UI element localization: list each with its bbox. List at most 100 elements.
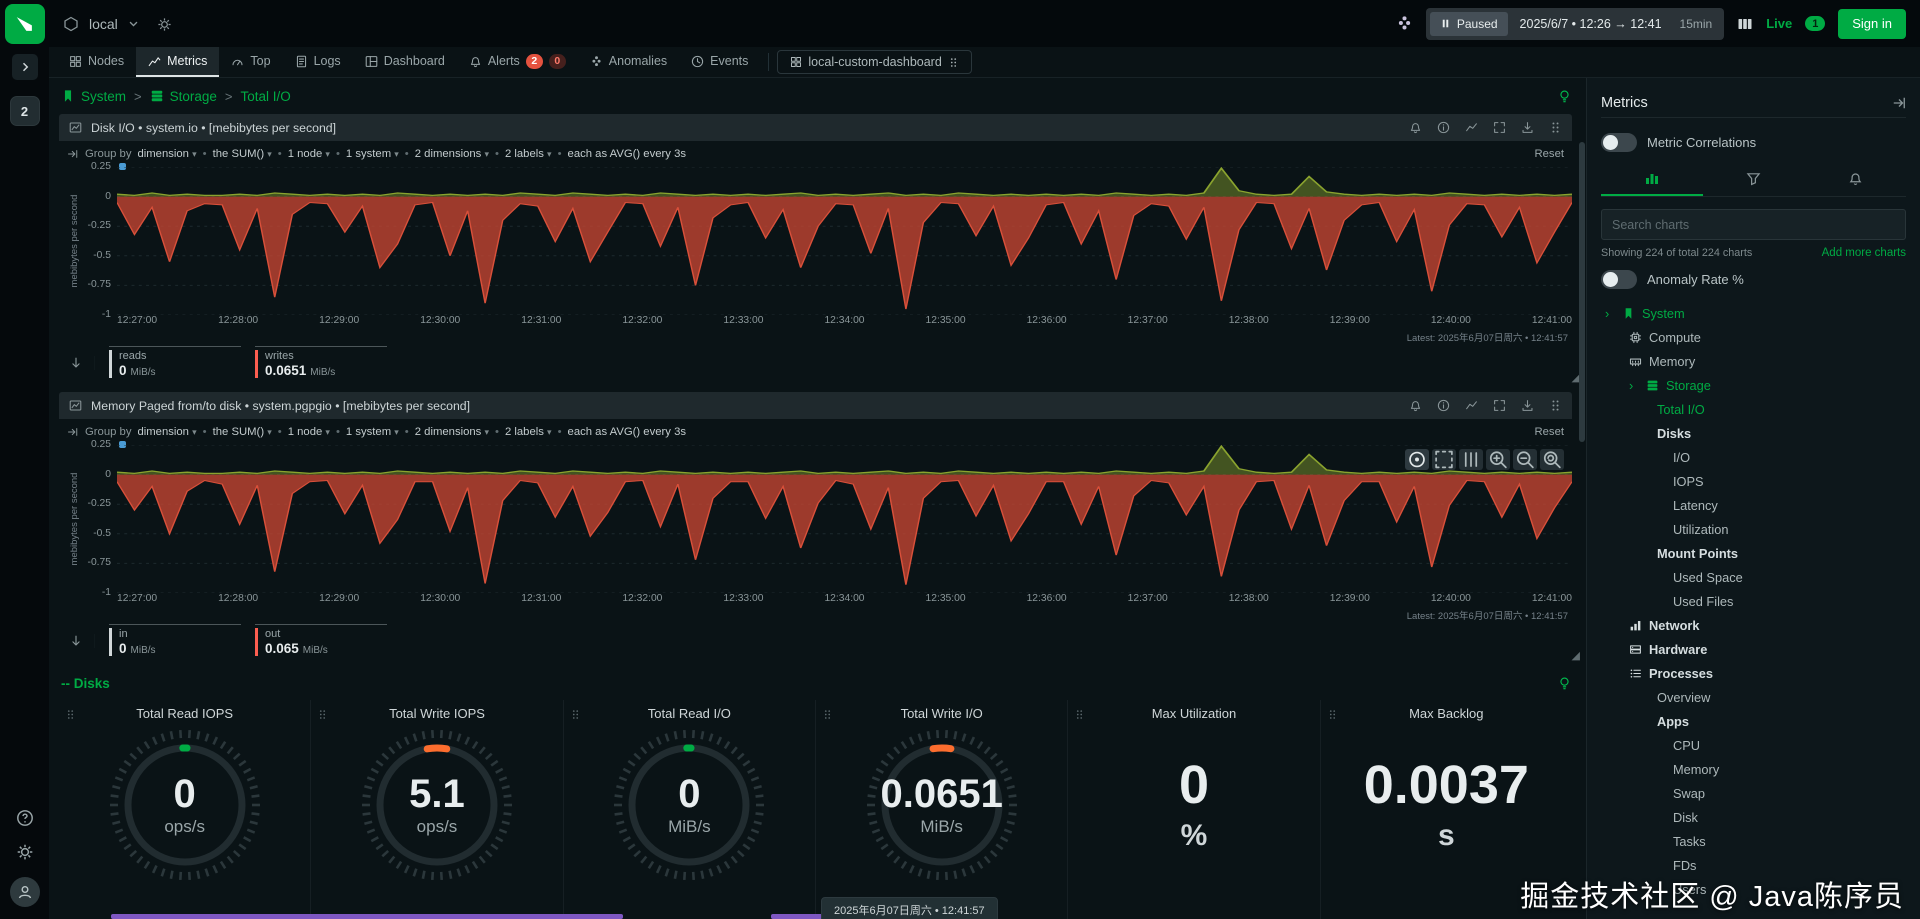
chart-download-button[interactable] (1521, 399, 1534, 412)
sidebar-tree-item-system[interactable]: › System (1601, 301, 1906, 325)
sidebar-tree-item-hardware[interactable]: Hardware (1601, 637, 1906, 661)
chart-zoomreset-button[interactable] (1540, 449, 1564, 470)
sign-in-button[interactable]: Sign in (1838, 8, 1906, 39)
legend-item-out[interactable]: out 0.065 MiB/s (255, 623, 387, 658)
sidebar-tree-item-swap[interactable]: Swap (1601, 781, 1906, 805)
pause-button[interactable]: Paused (1429, 11, 1508, 36)
chart-line-button[interactable] (1465, 399, 1478, 412)
toolbar-chip-the-sum[interactable]: the SUM() ▾ (213, 148, 272, 160)
chart-info-button[interactable] (1437, 121, 1450, 134)
toolbar-chip-2-labels[interactable]: 2 labels ▾ (505, 426, 552, 438)
reset-button[interactable]: Reset (1534, 426, 1564, 438)
chart-expand-button[interactable] (1493, 121, 1506, 134)
toolbar-chip-1-system[interactable]: 1 system ▾ (346, 148, 399, 160)
toolbar-chip-1-node[interactable]: 1 node ▾ (288, 426, 330, 438)
tab-charts[interactable] (1601, 162, 1703, 196)
toolbar-chip-each-as-avg-every-3s[interactable]: each as AVG() every 3s (568, 148, 686, 160)
anomalies-button[interactable] (1396, 15, 1413, 32)
gauge-card-max-utilization[interactable]: Max Utilization 0% (1068, 700, 1321, 919)
chart-bars-button[interactable] (1459, 449, 1483, 470)
toolbar-chip-2-labels[interactable]: 2 labels ▾ (505, 148, 552, 160)
settings-button[interactable] (16, 843, 34, 861)
sidebar-tree-item-utilization[interactable]: Utilization (1601, 517, 1906, 541)
drag-handle-icon[interactable] (1327, 706, 1338, 721)
tab-filters[interactable] (1703, 162, 1805, 196)
help-button[interactable] (16, 809, 34, 827)
anomaly-rate-toggle[interactable] (1601, 269, 1637, 289)
sidebar-tree-item-storage[interactable]: › Storage (1601, 373, 1906, 397)
sidebar-tree-item-overview[interactable]: Overview (1601, 685, 1906, 709)
toolbar-chip-the-sum[interactable]: the SUM() ▾ (213, 426, 272, 438)
chart-dots-button[interactable] (1549, 121, 1562, 134)
legend-sort-button[interactable] (69, 356, 95, 370)
drag-handle-icon[interactable] (65, 706, 76, 721)
insight-button[interactable] (1557, 88, 1572, 104)
gauge-card-total-read-i-o[interactable]: Total Read I/O 0 MiB/s (564, 700, 816, 919)
toolbar-chip-2-dimensions[interactable]: 2 dimensions ▾ (415, 426, 489, 438)
gauge-card-total-read-iops[interactable]: Total Read IOPS 0 ops/s (59, 700, 312, 919)
chart-header[interactable]: Memory Paged from/to disk • system.pgpgi… (59, 392, 1572, 419)
toolbar-chip-dimension[interactable]: dimension ▾ (137, 426, 196, 438)
nav-tab-alerts[interactable]: Alerts 2 0 (457, 47, 578, 77)
gauge-card-total-write-i-o[interactable]: Total Write I/O 0.0651 MiB/s (816, 700, 1069, 919)
sidebar-tree-item-total-i-o[interactable]: Total I/O (1601, 397, 1906, 421)
live-label[interactable]: Live (1766, 16, 1792, 31)
sidebar-tree-item-used-files[interactable]: Used Files (1601, 589, 1906, 613)
sidebar-tree-item-memory[interactable]: Memory (1601, 349, 1906, 373)
toolbar-chip-1-node[interactable]: 1 node ▾ (288, 148, 330, 160)
breadcrumb-item-storage[interactable]: Storage (150, 89, 217, 104)
toolbar-chip-each-as-avg-every-3s[interactable]: each as AVG() every 3s (568, 426, 686, 438)
nav-tab-local-custom-dashboard[interactable]: local-custom-dashboard (777, 50, 972, 74)
rail-expand-button[interactable] (11, 54, 38, 80)
sidebar-tree-item-cpu[interactable]: CPU (1601, 733, 1906, 757)
chevron-down-icon[interactable] (128, 18, 139, 29)
chart-target-button[interactable] (1405, 449, 1429, 470)
sidebar-tree-item-processes[interactable]: Processes (1601, 661, 1906, 685)
legend-item-reads[interactable]: reads 0 MiB/s (109, 345, 241, 380)
sidebar-tree-item-network[interactable]: Network (1601, 613, 1906, 637)
chart-select-button[interactable] (1432, 449, 1456, 470)
sidebar-tree-item-disks[interactable]: Disks (1601, 421, 1906, 445)
nav-tab-events[interactable]: Events (679, 47, 760, 77)
space-name[interactable]: local (89, 16, 118, 32)
section-insight-icon[interactable] (1557, 675, 1572, 691)
netdata-logo[interactable] (4, 4, 45, 44)
chart-header[interactable]: Disk I/O • system.io • [mebibytes per se… (59, 114, 1572, 141)
sidebar-tree-item-latency[interactable]: Latency (1601, 493, 1906, 517)
collapse-sidebar-icon[interactable] (1892, 96, 1906, 110)
breadcrumb-item-system[interactable]: System (61, 89, 126, 104)
nodes-panel-button[interactable] (1737, 15, 1753, 32)
chart-expand-button[interactable] (1493, 399, 1506, 412)
chart-dots-button[interactable] (1549, 399, 1562, 412)
sidebar-tree-item-mount-points[interactable]: Mount Points (1601, 541, 1906, 565)
gauge-card-total-write-iops[interactable]: Total Write IOPS 5.1 ops/s (311, 700, 564, 919)
legend-item-writes[interactable]: writes 0.0651 MiB/s (255, 345, 387, 380)
plot-canvas[interactable] (117, 163, 1572, 315)
space-badge[interactable]: 2 (9, 96, 40, 126)
sidebar-tree-item-used-space[interactable]: Used Space (1601, 565, 1906, 589)
chart-line-button[interactable] (1465, 121, 1478, 134)
nav-tab-dashboard[interactable]: Dashboard (353, 47, 457, 77)
vertical-scrollbar[interactable] (1579, 82, 1585, 915)
breadcrumb-item-total-i-o[interactable]: Total I/O (241, 89, 291, 104)
toolbar-chip-1-system[interactable]: 1 system ▾ (346, 426, 399, 438)
chart-plot-area[interactable]: mebibytes per second 0.25 0 -0.25 -0.5 -0.75… (59, 439, 1572, 598)
sidebar-tree-item-i-o[interactable]: I/O (1601, 445, 1906, 469)
sidebar-tree-item-iops[interactable]: IOPS (1601, 469, 1906, 493)
sidebar-tree-item-compute[interactable]: Compute (1601, 325, 1906, 349)
date-range[interactable]: 2025/6/7 • 12:26 → 12:41 (1520, 17, 1662, 31)
duration-label[interactable]: 15min (1680, 17, 1713, 31)
legend-item-in[interactable]: in 0 MiB/s (109, 623, 241, 658)
drag-handle-icon[interactable] (570, 706, 581, 721)
sidebar-tree-item-apps[interactable]: Apps (1601, 709, 1906, 733)
tab-alerts[interactable] (1804, 162, 1906, 196)
sidebar-tree-item-disk[interactable]: Disk (1601, 805, 1906, 829)
metric-correlations-toggle[interactable] (1601, 132, 1637, 152)
nav-tab-logs[interactable]: Logs (283, 47, 353, 77)
nav-tab-metrics[interactable]: Metrics (136, 47, 220, 77)
chart-bell-button[interactable] (1409, 399, 1422, 412)
section-disks[interactable]: -- Disks (49, 670, 1586, 696)
chart-bell-button[interactable] (1409, 121, 1422, 134)
reset-button[interactable]: Reset (1534, 148, 1564, 160)
nav-tab-nodes[interactable]: Nodes (57, 47, 136, 77)
